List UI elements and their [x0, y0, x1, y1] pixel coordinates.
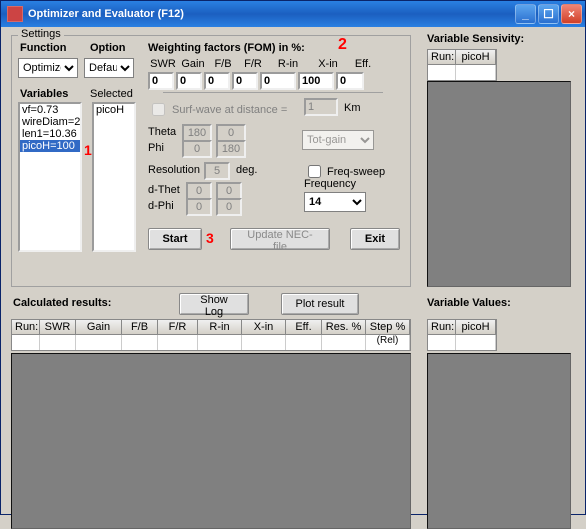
close-button[interactable]: ×	[561, 4, 582, 24]
col-swr: SWR	[148, 58, 178, 70]
col-fb: F/B	[208, 58, 238, 70]
window-title: Optimizer and Evaluator (F12)	[28, 8, 515, 20]
surfwave-unit: Km	[344, 102, 361, 114]
titlebar: Optimizer and Evaluator (F12) _ ☐ ×	[1, 1, 585, 27]
list-item[interactable]: len1=10.36	[20, 128, 80, 140]
phi-label: Phi	[148, 142, 164, 154]
variables-label: Variables	[20, 88, 68, 100]
surfwave-label: Surf-wave at distance =	[172, 104, 287, 116]
start-button[interactable]: Start	[148, 228, 202, 250]
results-header: Run: SWR Gain F/B F/R R-in X-in Eff. Res…	[11, 319, 411, 335]
dphi-label: d-Phi	[148, 200, 174, 212]
dthet-label: d-Thet	[148, 184, 180, 196]
selected-list[interactable]: picoH	[92, 102, 136, 252]
dphi-2	[216, 198, 242, 216]
freqsweep-check[interactable]	[308, 165, 321, 178]
phi-1	[182, 140, 212, 158]
minimize-button[interactable]: _	[515, 4, 536, 24]
sensivity-label: Variable Sensivity:	[427, 33, 524, 45]
val-gain[interactable]	[176, 72, 202, 90]
col-fr: F/R	[238, 58, 268, 70]
list-item[interactable]: vf=0.73	[20, 104, 80, 116]
list-item[interactable]: picoH=100	[20, 140, 80, 152]
resolution-label: Resolution	[148, 164, 200, 176]
showlog-button[interactable]: Show Log	[179, 293, 249, 315]
freqsweep-label: Freq-sweep	[327, 166, 385, 178]
list-item[interactable]: picoH	[94, 104, 134, 116]
annotation-3: 3	[206, 230, 214, 246]
update-nec-button: Update NEC-file	[230, 228, 330, 250]
gaintype-select: Tot-gain	[302, 130, 374, 150]
frequency-select[interactable]: 14	[304, 192, 366, 212]
val-fr[interactable]	[232, 72, 258, 90]
col-xin: X-in	[308, 58, 348, 70]
annotation-2: 2	[338, 36, 347, 54]
surfwave-value	[304, 98, 338, 116]
selected-label: Selected	[90, 88, 133, 100]
sensivity-header: Run: picoH	[427, 49, 497, 65]
val-xin[interactable]	[298, 72, 334, 90]
exit-button[interactable]: Exit	[350, 228, 400, 250]
list-item[interactable]: wireDiam=2.e-3	[20, 116, 80, 128]
resolution-unit: deg.	[236, 164, 257, 176]
val-eff[interactable]	[336, 72, 364, 90]
maximize-button[interactable]: ☐	[538, 4, 559, 24]
weighting-label: Weighting factors (FOM) in %:	[148, 42, 305, 54]
table-row	[427, 65, 497, 81]
col-gain: Gain	[178, 58, 208, 70]
val-rin[interactable]	[260, 72, 296, 90]
function-select[interactable]: Optimize	[18, 58, 78, 78]
dphi-1	[186, 198, 212, 216]
col-rin: R-in	[268, 58, 308, 70]
function-label: Function	[20, 42, 66, 54]
annotation-1: 1	[84, 142, 92, 158]
values-header: Run: picoH	[427, 319, 497, 335]
table-row	[427, 335, 497, 351]
sensivity-grid-area	[427, 81, 571, 287]
settings-legend: Settings	[18, 28, 64, 40]
plotresult-button[interactable]: Plot result	[281, 293, 359, 315]
phi-2	[216, 140, 246, 158]
values-label: Variable Values:	[427, 297, 511, 309]
values-grid-area	[427, 353, 571, 529]
surfwave-check	[152, 103, 165, 116]
calculated-label: Calculated results:	[13, 297, 111, 309]
results-grid-area	[11, 353, 411, 529]
theta-label: Theta	[148, 126, 176, 138]
option-select[interactable]: Defau	[84, 58, 134, 78]
val-swr[interactable]	[148, 72, 174, 90]
table-row: (Rel)	[11, 335, 411, 351]
val-fb[interactable]	[204, 72, 230, 90]
resolution-value	[204, 162, 230, 180]
frequency-label: Frequency	[304, 178, 356, 190]
app-icon	[7, 6, 23, 22]
variables-list[interactable]: vf=0.73 wireDiam=2.e-3 len1=10.36 picoH=…	[18, 102, 82, 252]
col-eff: Eff.	[348, 58, 378, 70]
option-label: Option	[90, 42, 125, 54]
